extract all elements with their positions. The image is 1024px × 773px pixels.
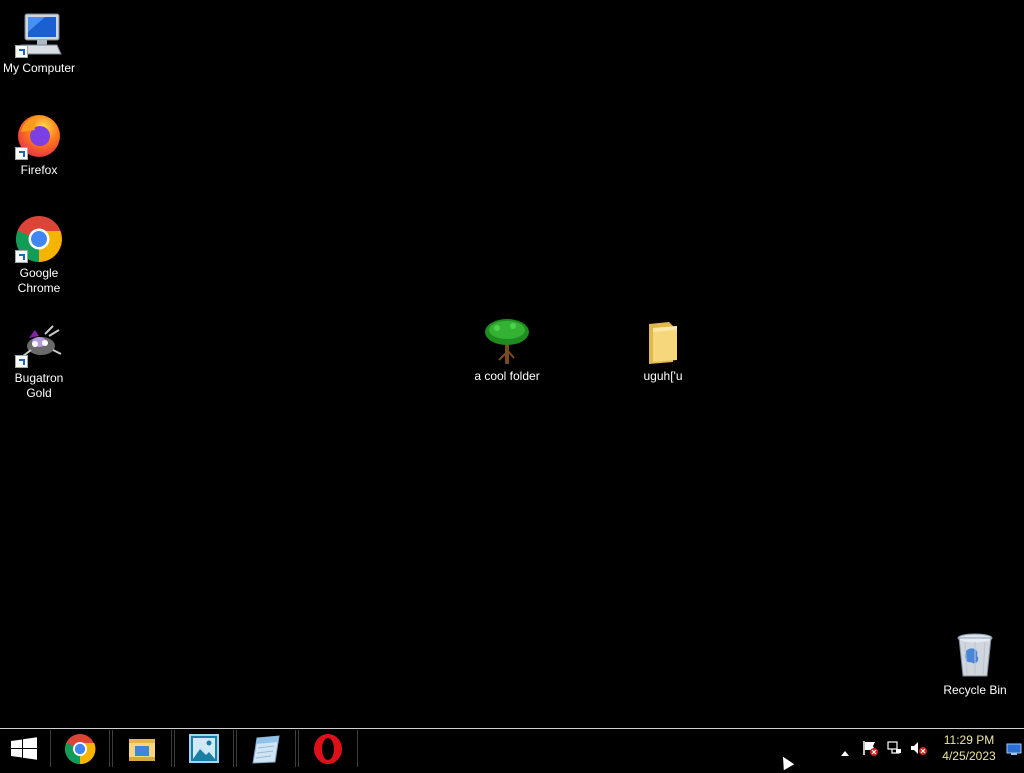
desktop-icon-label: uguh['u <box>643 369 683 383</box>
desktop-icon-firefox[interactable]: Firefox <box>1 112 77 178</box>
shortcut-arrow-icon <box>15 45 28 58</box>
desktop[interactable]: My Computer Firefox Google Chrome Bugatr… <box>0 0 1024 728</box>
shortcut-arrow-icon <box>15 250 28 263</box>
desktop-icon-label: Google Chrome <box>17 266 61 295</box>
file-explorer-icon <box>129 739 155 761</box>
desktop-icon-recycle-bin[interactable]: Recycle Bin <box>937 632 1013 698</box>
start-button[interactable] <box>0 729 48 768</box>
desktop-icon-google-chrome[interactable]: Google Chrome <box>1 215 77 296</box>
desktop-icon-label: My Computer <box>2 61 76 75</box>
desktop-icon-label: a cool folder <box>474 369 540 383</box>
taskbar-photos-button[interactable] <box>174 730 234 767</box>
folder-icon <box>639 318 687 366</box>
clock-time: 11:29 PM <box>943 733 995 747</box>
photos-icon <box>189 734 219 763</box>
desktop-icon-label: Recycle Bin <box>943 683 1007 697</box>
desktop-icon-my-computer[interactable]: My Computer <box>1 10 77 76</box>
taskbar-opera-button[interactable] <box>298 730 358 767</box>
action-center-flag-icon[interactable] <box>862 740 878 761</box>
desktop-icon-a-cool-folder[interactable]: a cool folder <box>469 318 545 384</box>
network-status-icon[interactable] <box>886 740 902 761</box>
taskbar-clock[interactable]: 11:29 PM 4/25/2023 <box>936 732 1002 764</box>
desktop-icon-folder-uguh[interactable]: uguh['u <box>625 318 701 384</box>
tree-icon <box>483 318 531 366</box>
volume-muted-icon[interactable] <box>910 740 928 761</box>
shortcut-arrow-icon <box>15 355 28 368</box>
desktop-icon-bugatron-gold[interactable]: Bugatron Gold <box>1 320 77 401</box>
taskbar-notes-button[interactable] <box>236 730 296 767</box>
desktop-icon-label: Bugatron Gold <box>14 371 64 400</box>
taskbar: 11:29 PM 4/25/2023 <box>0 728 1024 768</box>
opera-icon <box>314 734 342 764</box>
taskbar-chrome-button[interactable] <box>50 730 110 767</box>
shortcut-arrow-icon <box>15 147 28 160</box>
desktop-icon-label: Firefox <box>20 163 58 177</box>
show-desktop-icon[interactable] <box>1006 742 1022 760</box>
recycle-bin-icon <box>951 632 999 680</box>
chrome-icon <box>15 215 63 263</box>
chrome-icon <box>64 734 96 765</box>
computer-icon <box>15 10 63 58</box>
firefox-icon <box>15 112 63 160</box>
notes-icon <box>252 735 280 764</box>
show-hidden-icons-icon[interactable] <box>840 744 850 762</box>
windows-logo-icon <box>11 737 37 760</box>
taskbar-file-explorer-button[interactable] <box>112 730 172 767</box>
clock-date: 4/25/2023 <box>942 749 996 763</box>
bugatron-icon <box>15 320 63 368</box>
